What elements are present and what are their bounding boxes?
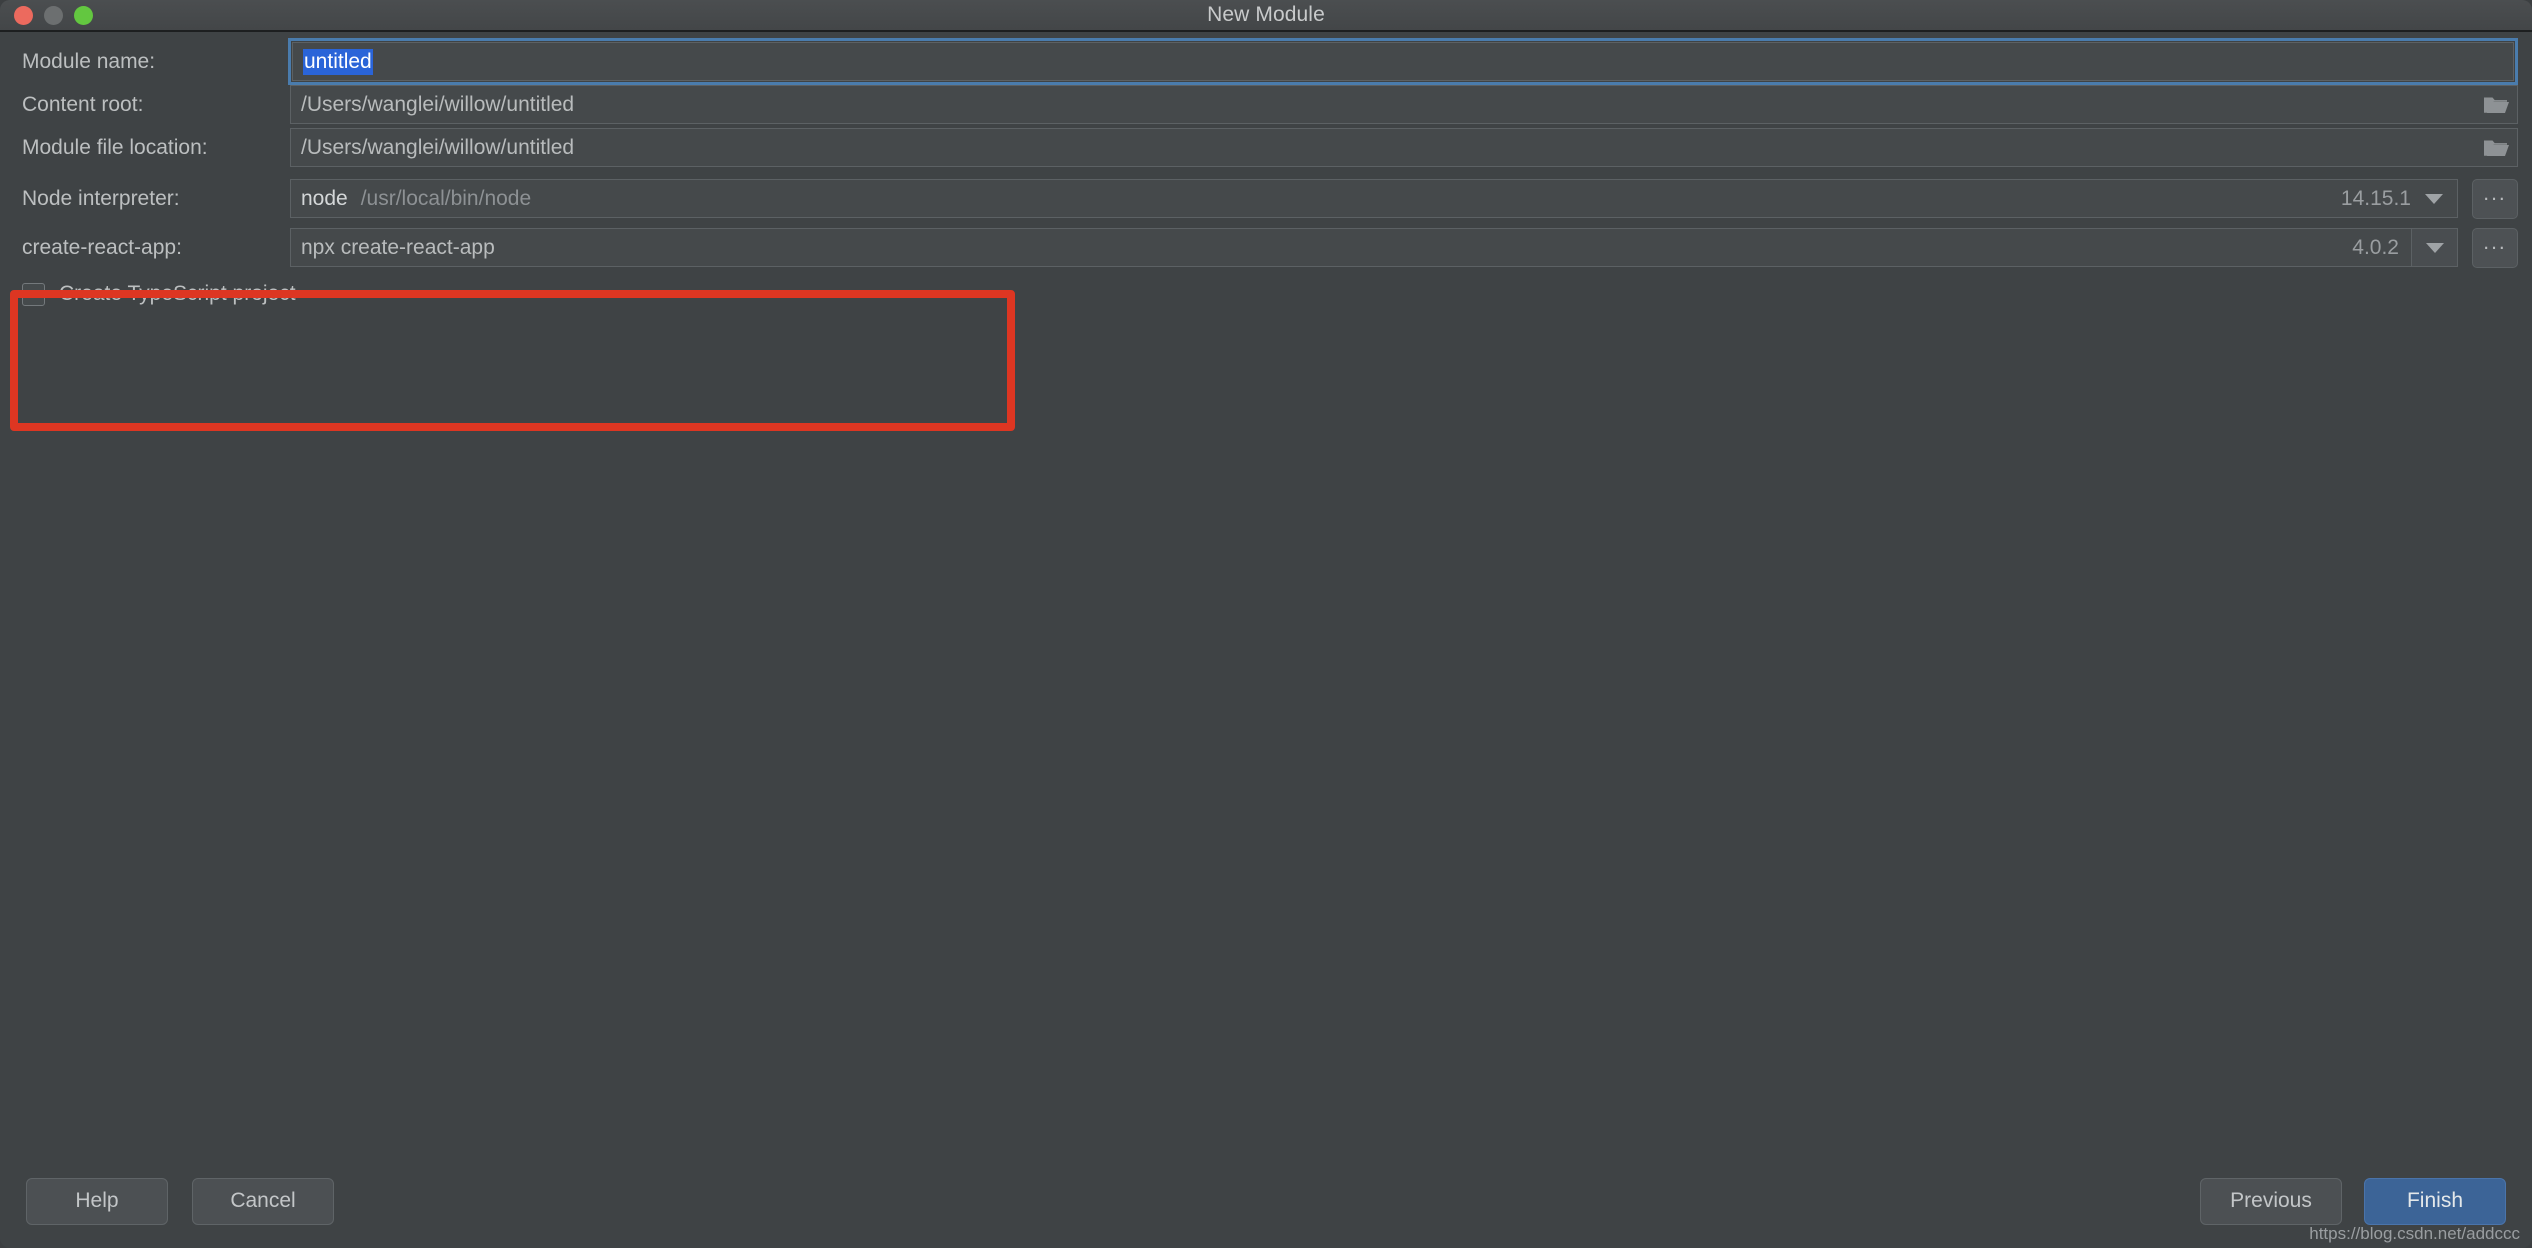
row-module-file-location: Module file location: /Users/wanglei/wil… [0, 126, 2532, 169]
dialog-footer: Help Cancel Previous Finish https://blog… [0, 1154, 2532, 1248]
module-file-location-value: /Users/wanglei/willow/untitled [301, 135, 575, 159]
create-typescript-label: Create TypeScript project [59, 282, 296, 305]
module-name-input[interactable]: untitled [288, 38, 2518, 85]
node-version-dropdown[interactable]: 14.15.1 [2341, 180, 2457, 217]
content-root-input[interactable]: /Users/wanglei/willow/untitled [290, 85, 2518, 124]
maximize-window-icon[interactable] [74, 5, 93, 25]
watermark-text: https://blog.csdn.net/addccc [2309, 1224, 2520, 1243]
module-name-label: Module name: [22, 49, 156, 73]
create-react-app-combo[interactable]: npx create-react-app 4.0.2 [290, 228, 2458, 267]
window-title: New Module [1207, 3, 1325, 26]
create-react-app-browse-button[interactable]: ... [2472, 227, 2518, 268]
node-interpreter-path: /usr/local/bin/node [360, 186, 532, 210]
create-react-app-label: create-react-app: [22, 235, 182, 259]
create-typescript-checkbox[interactable] [22, 282, 45, 306]
create-react-app-version: 4.0.2 [2352, 235, 2399, 259]
footer-left-buttons: Help Cancel [26, 1177, 334, 1225]
node-interpreter-combo[interactable]: node /usr/local/bin/node 14.15.1 [290, 179, 2458, 218]
create-react-app-value: npx create-react-app [301, 235, 495, 259]
node-version-value: 14.15.1 [2340, 186, 2411, 210]
chevron-down-icon[interactable] [2425, 242, 2444, 253]
row-module-name: Module name: untitled [0, 38, 2532, 85]
row-content-root: Content root: /Users/wanglei/willow/unti… [0, 83, 2532, 126]
previous-button[interactable]: Previous [2200, 1177, 2342, 1225]
node-interpreter-name: node [301, 186, 348, 210]
module-file-location-label: Module file location: [22, 135, 208, 159]
module-file-location-input[interactable]: /Users/wanglei/willow/untitled [290, 128, 2518, 167]
folder-icon[interactable] [2479, 133, 2513, 163]
chevron-down-icon[interactable] [2425, 193, 2443, 204]
dialog-content: Module name: untitled Content root: /Use… [0, 32, 2532, 1154]
module-name-value: untitled [303, 48, 373, 75]
content-root-label: Content root: [22, 92, 144, 116]
window-titlebar: New Module [0, 0, 2532, 32]
row-create-react-app: create-react-app: npx create-react-app 4… [0, 226, 2532, 269]
row-node-interpreter: Node interpreter: node /usr/local/bin/no… [0, 177, 2532, 220]
cancel-button[interactable]: Cancel [192, 1177, 334, 1225]
create-react-app-version-dropdown[interactable] [2411, 229, 2457, 266]
help-button[interactable]: Help [26, 1177, 168, 1225]
footer-right-buttons: Previous Finish [2200, 1177, 2506, 1225]
node-interpreter-browse-button[interactable]: ... [2472, 178, 2518, 219]
minimize-window-icon[interactable] [44, 5, 63, 25]
close-window-icon[interactable] [14, 5, 33, 25]
traffic-lights [0, 5, 93, 25]
node-interpreter-label: Node interpreter: [22, 186, 180, 210]
content-root-value: /Users/wanglei/willow/untitled [301, 92, 575, 116]
folder-icon[interactable] [2479, 90, 2513, 120]
finish-button[interactable]: Finish [2364, 1177, 2506, 1225]
new-module-dialog: New Module Module name: untitled Content… [0, 0, 2532, 1248]
row-create-typescript: Create TypeScript project [0, 273, 2532, 315]
new-module-form: Module name: untitled Content root: /Use… [0, 38, 2532, 315]
